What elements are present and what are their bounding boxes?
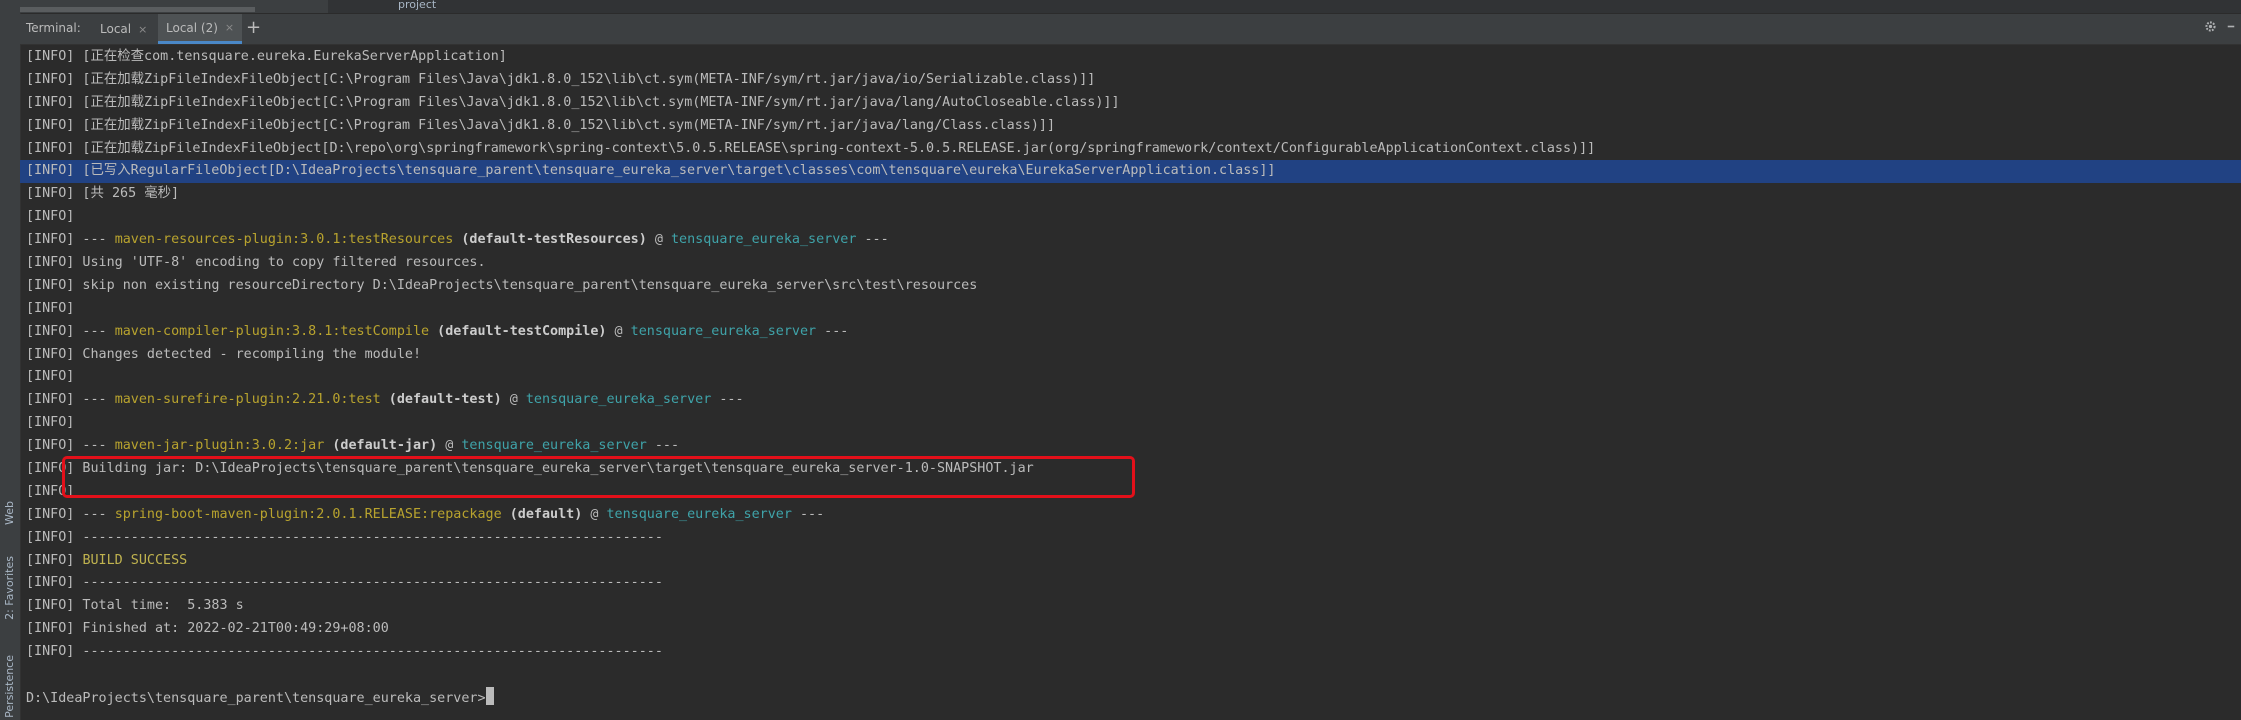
maven-plugin: maven-jar-plugin:3.0.2:jar bbox=[114, 438, 325, 454]
gear-icon[interactable] bbox=[2204, 20, 2217, 37]
line-text: [INFO] ---------------------------------… bbox=[26, 529, 663, 545]
line-text: [INFO] Changes detected - recompiling th… bbox=[26, 346, 422, 362]
line-text: [INFO] [正在加载ZipFileIndexFileObject[C:\Pr… bbox=[26, 117, 1056, 133]
line-text: [INFO] bbox=[26, 415, 75, 431]
close-icon[interactable]: × bbox=[138, 23, 147, 36]
maven-plugin: maven-resources-plugin:3.0.1:testResourc… bbox=[114, 232, 454, 248]
maven-goal: (default) bbox=[509, 506, 583, 522]
maven-plugin: maven-compiler-plugin:3.8.1:testCompile bbox=[114, 323, 430, 339]
shell-prompt: D:\IdeaProjects\tensquare_parent\tensqua… bbox=[26, 690, 486, 706]
tab-local-2-label: Local (2) bbox=[166, 20, 218, 35]
maven-plugin: spring-boot-maven-plugin:2.0.1.RELEASE:r… bbox=[114, 506, 502, 522]
horizontal-scrollbar[interactable] bbox=[20, 7, 255, 12]
project-name: tensquare_eureka_server bbox=[670, 232, 857, 248]
terminal-line: [INFO] --- maven-jar-plugin:3.0.2:jar (d… bbox=[26, 438, 680, 454]
terminal-line: [INFO] --- maven-compiler-plugin:3.8.1:t… bbox=[26, 323, 849, 339]
line-text: [INFO] Using 'UTF-8' encoding to copy fi… bbox=[26, 255, 486, 271]
line-text: [INFO] [共 265 毫秒] bbox=[26, 186, 180, 202]
terminal-line: [INFO] bbox=[26, 298, 2241, 321]
line-text: [INFO] [正在加载ZipFileIndexFileObject[C:\Pr… bbox=[26, 71, 1096, 87]
line-text: [INFO] skip non existing resourceDirecto… bbox=[26, 277, 978, 293]
maven-goal: (default-jar) bbox=[332, 438, 438, 454]
terminal-line: [INFO] ---------------------------------… bbox=[26, 527, 2241, 550]
terminal-line: [INFO] Finished at: 2022-02-21T00:49:29+… bbox=[26, 618, 2241, 641]
line-prefix: [INFO] bbox=[26, 552, 83, 568]
minimize-icon[interactable] bbox=[2227, 20, 2235, 37]
side-tab-favorites-label: 2: Favorites bbox=[3, 556, 16, 620]
project-name: tensquare_eureka_server bbox=[461, 438, 647, 454]
terminal-line: [INFO] bbox=[26, 412, 2241, 435]
line-text: [INFO] [正在检查com.tensquare.eureka.EurekaS… bbox=[26, 49, 507, 64]
selected-text: [已写入RegularFileObject[D:\IdeaProjects\te… bbox=[82, 163, 1276, 179]
terminal-line: [INFO] [正在加载ZipFileIndexFileObject[C:\Pr… bbox=[26, 69, 2241, 92]
line-text: [INFO] [正在加载ZipFileIndexFileObject[C:\Pr… bbox=[26, 94, 1120, 110]
line-text: [INFO] ---------------------------------… bbox=[26, 644, 663, 660]
side-tab-web-label: Web bbox=[3, 501, 16, 525]
new-tab-button[interactable]: + bbox=[246, 17, 261, 38]
maven-goal: (default-testCompile) bbox=[437, 323, 607, 339]
terminal-line: [INFO] [已写入RegularFileObject[D:\IdeaProj… bbox=[20, 160, 2241, 184]
close-icon[interactable]: × bbox=[225, 21, 234, 34]
project-name: tensquare_eureka_server bbox=[630, 323, 817, 339]
terminal-line: [INFO] Changes detected - recompiling th… bbox=[26, 344, 2241, 367]
line-text: [INFO] bbox=[26, 300, 75, 316]
terminal-tab-bar: Terminal: Local × Local (2) × + bbox=[20, 14, 2241, 45]
line-prefix: [INFO] bbox=[26, 163, 83, 179]
project-name: tensquare_eureka_server bbox=[606, 506, 792, 522]
line-text: [INFO] bbox=[26, 369, 75, 385]
terminal-line: [INFO] ---------------------------------… bbox=[26, 572, 2241, 595]
side-tab-persistence[interactable]: Persistence bbox=[0, 632, 20, 718]
terminal-line: [INFO] bbox=[26, 366, 2241, 389]
terminal-line: [INFO] [正在加载ZipFileIndexFileObject[D:\re… bbox=[26, 138, 2241, 161]
maven-plugin: maven-surefire-plugin:2.21.0:test bbox=[114, 392, 381, 408]
line-text: [INFO] Total time: 5.383 s bbox=[26, 598, 244, 614]
terminal-title: Terminal: bbox=[26, 21, 81, 35]
line-text: [INFO] Finished at: 2022-02-21T00:49:29+… bbox=[26, 621, 389, 637]
highlight-box bbox=[62, 456, 1135, 498]
tab-local-2[interactable]: Local (2) × bbox=[158, 14, 243, 44]
terminal-output[interactable]: [INFO] [正在检查com.tensquare.eureka.EurekaS… bbox=[20, 46, 2241, 720]
terminal-line: [INFO] bbox=[26, 206, 2241, 229]
text-cursor bbox=[485, 686, 494, 705]
project-strip: project bbox=[20, 0, 2241, 13]
side-tab-web[interactable]: Web bbox=[0, 470, 20, 525]
terminal-line: [INFO] ---------------------------------… bbox=[26, 641, 2241, 664]
terminal-line: [INFO] --- spring-boot-maven-plugin:2.0.… bbox=[26, 506, 825, 522]
maven-goal: (default-test) bbox=[388, 392, 502, 408]
terminal-line: [INFO] [正在检查com.tensquare.eureka.EurekaS… bbox=[26, 46, 2241, 69]
terminal-line: [INFO] [正在加载ZipFileIndexFileObject[C:\Pr… bbox=[26, 115, 2241, 138]
terminal-line: [INFO] Using 'UTF-8' encoding to copy fi… bbox=[26, 252, 2241, 275]
terminal-line: [INFO] --- maven-surefire-plugin:2.21.0:… bbox=[26, 392, 744, 408]
tab-local[interactable]: Local × bbox=[92, 14, 155, 44]
side-tab-favorites[interactable]: 2: Favorites bbox=[0, 538, 20, 620]
terminal-line: [INFO] --- maven-resources-plugin:3.0.1:… bbox=[26, 232, 889, 248]
terminal-line: [INFO] Total time: 5.383 s bbox=[26, 595, 2241, 618]
terminal-line: [INFO] [正在加载ZipFileIndexFileObject[C:\Pr… bbox=[26, 92, 2241, 115]
project-name: tensquare_eureka_server bbox=[525, 392, 712, 408]
terminal-line: D:\IdeaProjects\tensquare_parent\tensqua… bbox=[26, 686, 2241, 710]
line-text: [INFO] ---------------------------------… bbox=[26, 575, 663, 591]
tab-local-label: Local bbox=[100, 22, 132, 36]
line-text: [INFO] [正在加载ZipFileIndexFileObject[D:\re… bbox=[26, 140, 1596, 156]
project-label: project bbox=[398, 0, 437, 11]
terminal-line: [INFO] [共 265 毫秒] bbox=[26, 183, 2241, 206]
left-tool-strip: Web 2: Favorites Persistence bbox=[0, 0, 21, 720]
line-text: [INFO] bbox=[26, 209, 75, 225]
terminal-line: [INFO] BUILD SUCCESS bbox=[26, 550, 2241, 573]
build-success: BUILD SUCCESS bbox=[82, 552, 188, 568]
side-tab-persistence-label: Persistence bbox=[3, 655, 16, 718]
terminal-line: [INFO] skip non existing resourceDirecto… bbox=[26, 275, 2241, 298]
maven-goal: (default-testResources) bbox=[461, 232, 647, 248]
project-strip-bg bbox=[328, 0, 2241, 13]
